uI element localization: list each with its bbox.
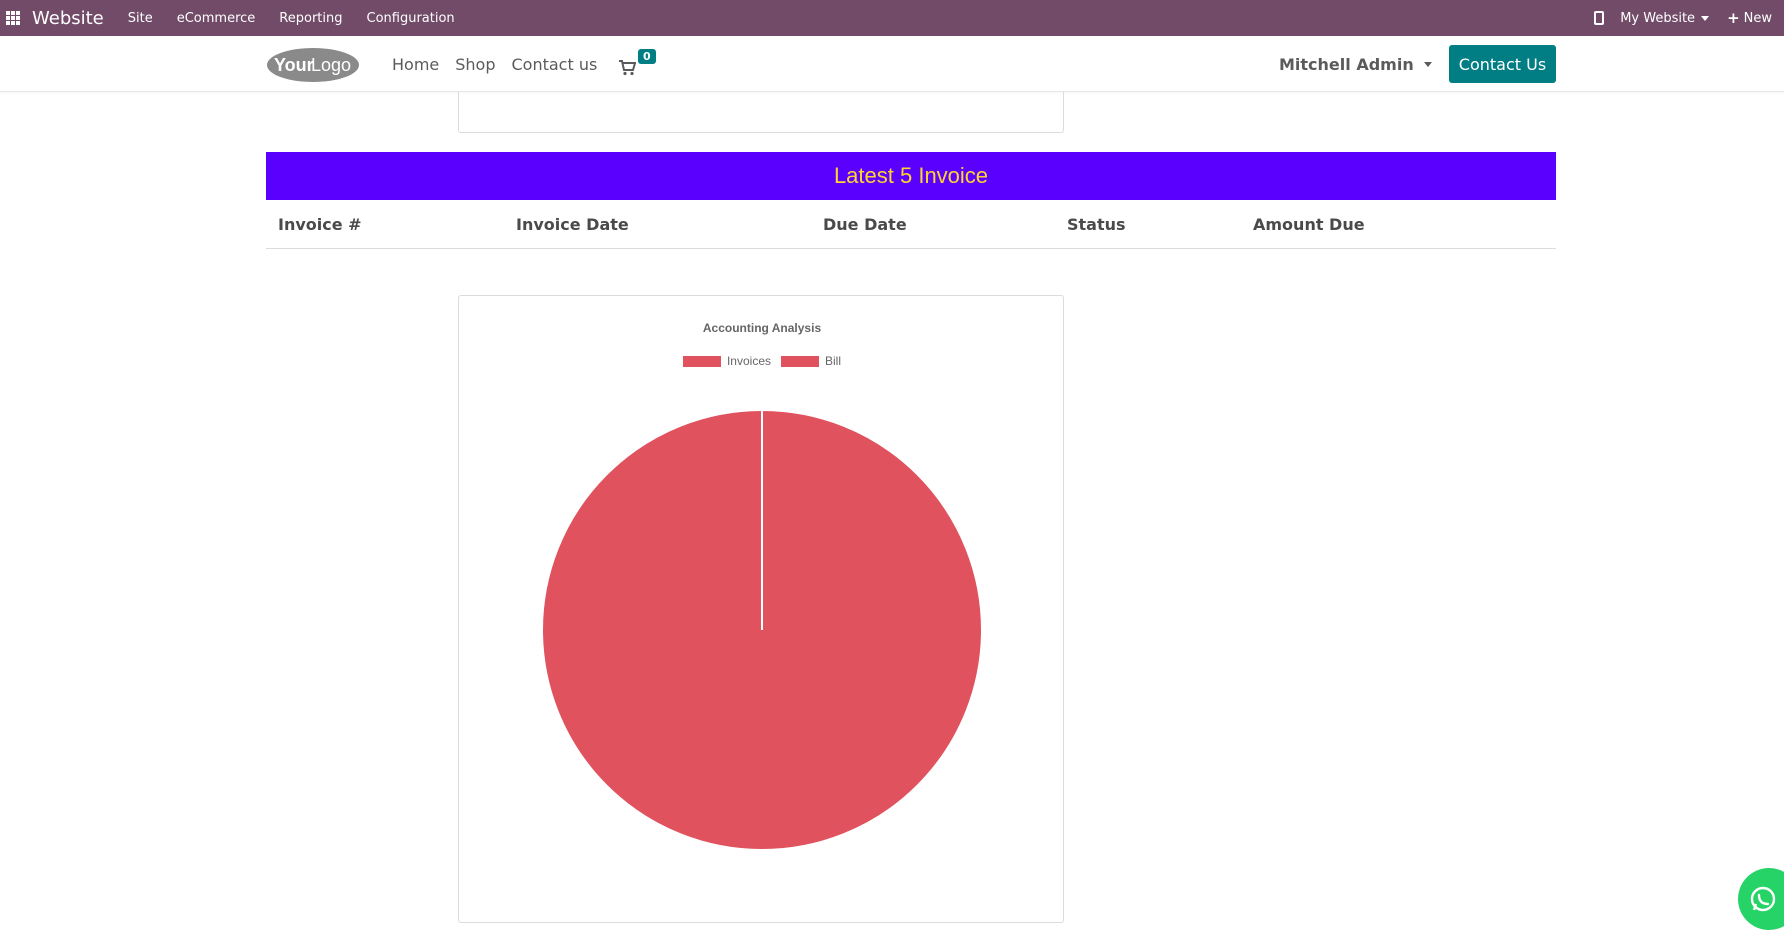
plus-icon: + <box>1727 9 1740 27</box>
website-switcher-label: My Website <box>1620 10 1696 26</box>
apps-grid-icon[interactable] <box>6 11 20 25</box>
chevron-down-icon <box>1701 15 1710 21</box>
whatsapp-icon <box>1750 886 1776 912</box>
nav-home[interactable]: Home <box>392 55 439 74</box>
mobile-preview-icon[interactable] <box>1594 11 1605 25</box>
admin-navbar: Website Site eCommerce Reporting Configu… <box>0 0 1784 36</box>
contact-us-button[interactable]: Contact Us <box>1449 45 1556 83</box>
new-button-label: New <box>1743 10 1772 26</box>
app-brand[interactable]: Website <box>32 8 104 29</box>
user-name: Mitchell Admin <box>1279 54 1414 74</box>
accounting-chart-card: Accounting Analysis Invoices Bill <box>458 295 1064 923</box>
site-logo[interactable]: Your Logo <box>266 45 360 83</box>
user-menu[interactable]: Mitchell Admin <box>1279 36 1432 92</box>
invoice-table-header: Invoice # Invoice Date Due Date Status A… <box>266 200 1556 249</box>
main-nav: Home Shop Contact us <box>392 36 613 92</box>
previous-card <box>458 92 1064 133</box>
menu-configuration[interactable]: Configuration <box>355 11 467 26</box>
pie-chart[interactable] <box>459 296 1065 924</box>
chevron-down-icon <box>1423 61 1432 67</box>
admin-menu: Site eCommerce Reporting Configuration <box>116 11 467 26</box>
whatsapp-button[interactable] <box>1738 868 1784 930</box>
column-invoice-number: Invoice # <box>278 214 362 234</box>
column-invoice-date: Invoice Date <box>516 214 629 234</box>
menu-ecommerce[interactable]: eCommerce <box>165 11 268 26</box>
nav-contact-us[interactable]: Contact us <box>512 55 598 74</box>
site-header: Your Logo Home Shop Contact us 0 Mitchel… <box>0 36 1784 92</box>
logo-text-light: Logo <box>311 55 351 75</box>
new-button[interactable]: + New <box>1727 9 1772 27</box>
nav-shop[interactable]: Shop <box>455 55 495 74</box>
column-due-date: Due Date <box>823 214 907 234</box>
logo-text-bold: Your <box>274 55 314 75</box>
cart-icon <box>619 60 636 76</box>
menu-reporting[interactable]: Reporting <box>267 11 354 26</box>
cart-count-badge: 0 <box>638 49 656 64</box>
admin-right-group: My Website + New <box>1594 0 1784 36</box>
invoice-banner: Latest 5 Invoice <box>266 152 1556 200</box>
cart-link[interactable]: 0 <box>618 49 658 78</box>
column-status: Status <box>1067 214 1126 234</box>
menu-site[interactable]: Site <box>116 11 165 26</box>
website-switcher[interactable]: My Website <box>1620 10 1710 26</box>
invoice-banner-title: Latest 5 Invoice <box>833 163 989 188</box>
column-amount-due: Amount Due <box>1253 214 1365 234</box>
